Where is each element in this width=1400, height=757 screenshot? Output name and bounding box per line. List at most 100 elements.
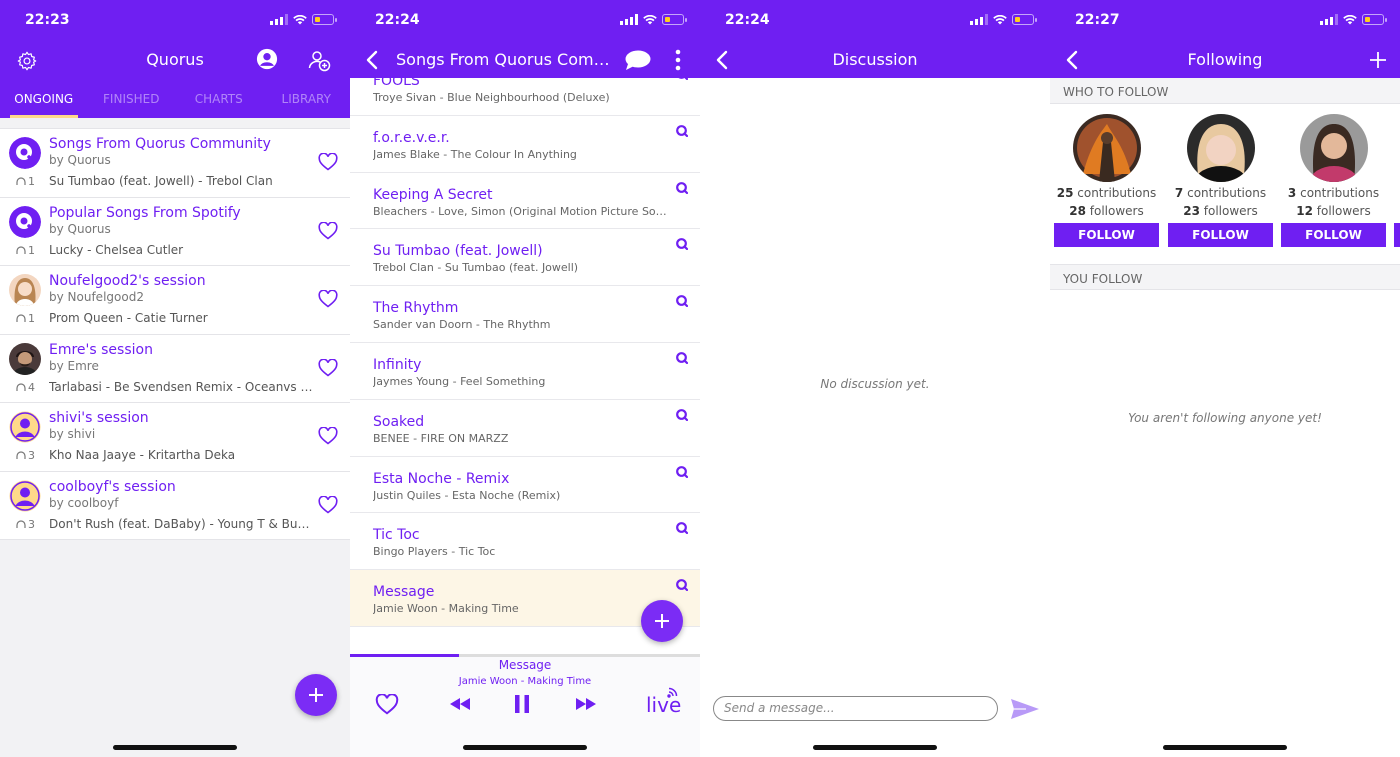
tab-finished[interactable]: FINISHED (88, 78, 176, 118)
headphones-icon (16, 314, 26, 322)
song-title: Esta Noche - Remix (373, 470, 510, 487)
heart-icon[interactable] (318, 290, 338, 308)
signal-icon (1320, 14, 1338, 25)
headphones-icon (16, 245, 26, 254)
empty-discussion-text: No discussion yet. (820, 377, 930, 391)
status-time: 22:24 (725, 12, 770, 28)
you-follow-header: YOU FOLLOW (1050, 264, 1400, 290)
heart-icon[interactable] (318, 358, 338, 377)
song-artist: James Blake - The Colour In Anything (373, 147, 577, 161)
song-row[interactable]: f.o.r.e.v.e.r. James Blake - The Colour I… (350, 115, 700, 173)
follow-button[interactable]: FOLLOW (1281, 223, 1386, 247)
song-title: Su Tumbao (feat. Jowell) (373, 243, 543, 260)
app-title: Quorus (146, 50, 204, 69)
song-row[interactable]: FOOLS Troye Sivan - Blue Neighbourhood (D… (350, 78, 700, 116)
session-title: shivi's session (49, 410, 149, 426)
session-title: Emre's session (49, 341, 153, 358)
followers-label: followers (1203, 204, 1258, 218)
fast-forward-icon[interactable] (574, 696, 598, 712)
contributions-stat: 7 contributions (1168, 186, 1273, 200)
quorus-badge-icon (678, 78, 688, 80)
song-row[interactable]: Esta Noche - Remix Justin Quiles - Esta N… (350, 456, 700, 514)
add-session-button[interactable] (295, 674, 337, 716)
session-title: Popular Songs From Spotify (49, 204, 241, 221)
session-track: Kho Naa Jaaye - Kritartha Deka (49, 448, 236, 462)
heart-icon[interactable] (318, 153, 338, 171)
list-item[interactable]: Songs From Quorus Community by Quorus 1 … (0, 129, 350, 198)
list-item[interactable]: shivi's session by shivi 3 Kho Naa Jaaye… (0, 403, 350, 472)
list-item[interactable]: Popular Songs From Spotify by Quorus 1 L… (0, 198, 350, 266)
list-item[interactable]: coolboyf's session by coolboyf 3 Don't R… (0, 472, 350, 540)
list-item[interactable]: Emre's session by Emre 4 Tarlabasi - Be … (0, 335, 350, 403)
plus-icon[interactable] (1368, 50, 1388, 70)
chat-bubble-icon[interactable] (624, 49, 651, 71)
home-indicator (813, 745, 937, 750)
listener-number: 1 (28, 312, 35, 325)
list-item[interactable]: Noufelgood2's session by Noufelgood2 1 P… (0, 266, 350, 335)
tab-ongoing[interactable]: ONGOING (0, 78, 88, 118)
heart-icon[interactable] (318, 495, 338, 514)
session-track: Prom Queen - Catie Turner (49, 311, 208, 325)
followers-stat: 12 followers (1281, 204, 1386, 218)
song-artist: Troye Sivan - Blue Neighbourhood (Deluxe… (373, 91, 610, 104)
listener-count: 1 (16, 175, 35, 188)
user-avatar (1072, 114, 1141, 182)
song-row[interactable]: Keeping A Secret Bleachers - Love, Simon … (350, 172, 700, 230)
session-owner: by Noufelgood2 (49, 290, 144, 304)
tab-library[interactable]: LIBRARY (263, 78, 351, 118)
heart-icon[interactable] (318, 427, 338, 445)
quorus-badge-icon (676, 295, 688, 308)
quorus-badge-icon (676, 124, 688, 137)
follow-button-partial[interactable] (1394, 223, 1400, 247)
session-track: Tarlabasi - Be Svendsen Remix - Oceanvs … (49, 379, 317, 394)
rewind-icon[interactable] (448, 696, 472, 712)
song-artist: Jamie Woon - Making Time (373, 602, 519, 616)
signal-icon (270, 14, 288, 25)
signal-icon (620, 14, 638, 25)
more-vertical-icon[interactable] (672, 48, 684, 72)
tab-charts[interactable]: CHARTS (175, 78, 263, 118)
song-list-viewport: FOOLS Troye Sivan - Blue Neighbourhood (D… (350, 78, 700, 655)
song-row[interactable]: Tic Toc Bingo Players - Tic Toc (350, 513, 700, 571)
song-row[interactable]: The Rhythm Sander van Doorn - The Rhythm (350, 286, 700, 343)
add-song-button[interactable] (641, 600, 683, 642)
headphones-icon (16, 177, 26, 185)
message-input[interactable]: Send a message... (713, 696, 998, 721)
quorus-badge-icon (676, 465, 688, 478)
heart-icon[interactable] (318, 221, 338, 240)
song-row[interactable]: Su Tumbao (feat. Jowell) Trebol Clan - Su… (350, 229, 700, 287)
home-indicator (113, 745, 237, 750)
contributions-label: contributions (1187, 186, 1267, 200)
back-chevron-icon[interactable] (362, 48, 384, 72)
session-title: Songs From Quorus Community (49, 136, 271, 152)
song-title: FOOLS (373, 78, 420, 89)
follow-button[interactable]: FOLLOW (1168, 223, 1273, 247)
add-user-icon[interactable] (307, 48, 331, 72)
quorus-badge-icon (676, 352, 688, 364)
status-bar: 22:27 (1050, 0, 1400, 42)
battery-icon (312, 14, 337, 25)
listener-number: 1 (28, 175, 35, 188)
like-heart-icon[interactable] (375, 694, 399, 715)
session-title: coolboyf's session (49, 478, 176, 495)
send-icon[interactable] (1010, 698, 1040, 720)
battery-icon (662, 14, 687, 25)
session-track: Su Tumbao (feat. Jowell) - Trebol Clan (49, 174, 273, 188)
followers-stat: 23 followers (1168, 204, 1273, 218)
listener-count: 4 (16, 381, 35, 394)
wifi-icon (993, 14, 1007, 24)
who-to-follow-header: WHO TO FOLLOW (1050, 78, 1400, 104)
live-button[interactable]: live (646, 693, 681, 717)
song-artist: Justin Quiles - Esta Noche (Remix) (373, 488, 561, 502)
song-row[interactable]: Infinity Jaymes Young - Feel Something (350, 342, 700, 400)
pause-icon[interactable] (513, 694, 531, 714)
profile-icon[interactable] (256, 48, 278, 70)
follow-button[interactable]: FOLLOW (1054, 223, 1159, 247)
song-artist: Bleachers - Love, Simon (Original Motion… (373, 204, 673, 218)
wifi-icon (643, 14, 657, 24)
song-row[interactable]: Soaked BENEE - FIRE ON MARZZ (350, 399, 700, 457)
default-avatar-icon (9, 480, 41, 512)
listener-number: 4 (28, 380, 35, 394)
session-owner: by shivi (49, 427, 96, 441)
battery-icon (1012, 14, 1037, 25)
